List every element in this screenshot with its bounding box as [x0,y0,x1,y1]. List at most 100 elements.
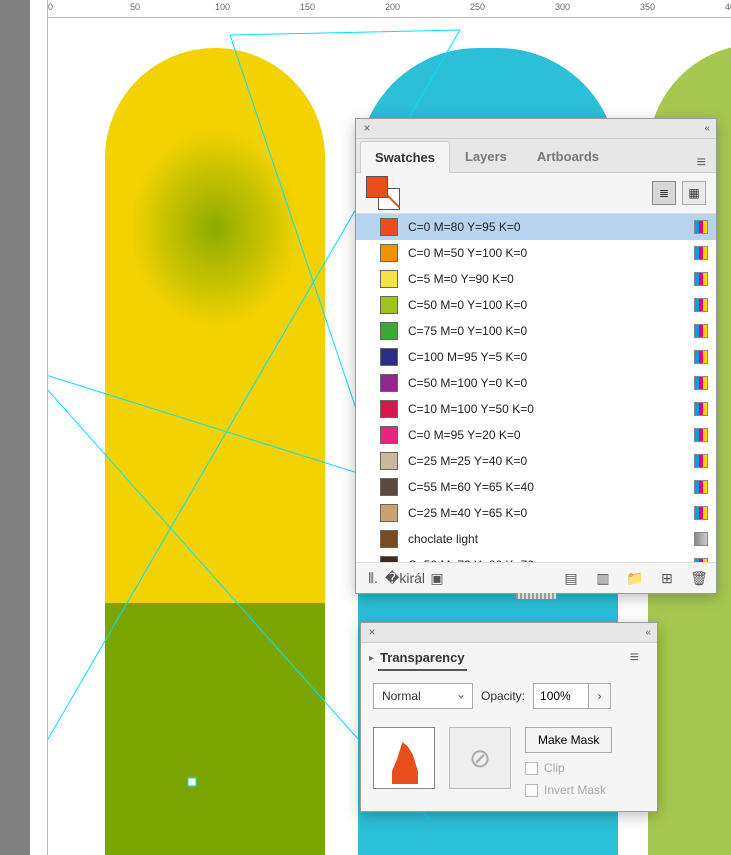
color-mode-icon [694,220,708,234]
swatch-name: C=25 M=25 Y=40 K=0 [408,454,684,468]
mask-thumbnail[interactable]: ⊘ [449,727,511,789]
swatch-chip [380,218,398,236]
blend-mode-select[interactable]: Normal [373,683,473,709]
show-kinds-icon[interactable]: �királ [396,569,414,587]
swatch-row[interactable]: C=100 M=95 Y=5 K=0 [356,344,716,370]
list-view-button[interactable]: ≣ [652,181,676,205]
folder-icon[interactable]: 📁 [626,569,644,587]
swatch-chip [380,296,398,314]
swatch-chip [380,426,398,444]
opacity-field[interactable]: › [533,683,611,709]
new-swatch-icon[interactable]: ⊞ [658,569,676,587]
panel-menu-icon[interactable]: ≡ [687,154,716,172]
disclosure-icon[interactable]: ▸ [369,653,374,664]
swatch-name: C=0 M=80 Y=95 K=0 [408,220,684,234]
ruler-horizontal: 0 50 100 150 200 250 300 350 400 [30,0,731,18]
panel-header[interactable]: × « [356,119,716,139]
swatch-name: choclate light [408,532,684,546]
swatch-options2-icon[interactable]: ▥ [594,569,612,587]
color-mode-icon [694,428,708,442]
swatch-name: C=50 M=0 Y=100 K=0 [408,298,684,312]
make-mask-button[interactable]: Make Mask [525,727,612,753]
collapse-icon[interactable]: « [704,123,710,134]
color-mode-icon [694,454,708,468]
opacity-label: Opacity: [481,689,525,703]
swatch-row[interactable]: C=10 M=100 Y=50 K=0 [356,396,716,422]
color-mode-icon [694,298,708,312]
color-group-icon[interactable]: ▤ [562,569,580,587]
collapse-icon[interactable]: « [645,627,651,638]
library-icon[interactable]: ⫴. [364,569,382,587]
delete-swatch-icon[interactable]: 🗑 [690,569,708,587]
swatch-name: C=75 M=0 Y=100 K=0 [408,324,684,338]
panel-menu-icon[interactable]: ≡ [620,649,649,667]
swatch-chip [380,452,398,470]
opacity-input[interactable] [534,684,588,708]
swatch-chip [380,244,398,262]
swatch-row[interactable]: C=0 M=95 Y=20 K=0 [356,422,716,448]
swatch-name: C=5 M=0 Y=90 K=0 [408,272,684,286]
color-mode-icon [694,350,708,364]
swatch-row[interactable]: C=5 M=0 Y=90 K=0 [356,266,716,292]
swatch-row[interactable]: C=50 M=0 Y=100 K=0 [356,292,716,318]
swatch-chip [380,504,398,522]
color-mode-icon [694,272,708,286]
color-mode-icon [694,376,708,390]
swatch-chip [380,556,398,563]
opacity-stepper[interactable]: › [588,684,610,708]
fill-stroke-indicator[interactable] [366,176,400,210]
panel-tabs: ▸ Transparency ≡ [361,643,657,673]
swatch-name: C=55 M=60 Y=65 K=40 [408,480,684,494]
swatch-list[interactable]: C=0 M=80 Y=95 K=0 C=0 M=50 Y=100 K=0 C=5 M… [356,213,716,563]
tab-artboards[interactable]: Artboards [522,140,614,172]
tab-swatches[interactable]: Swatches [360,141,450,173]
swatch-options-icon[interactable]: ▣ [428,569,446,587]
swatch-name: C=50 M=100 Y=0 K=0 [408,376,684,390]
swatch-row[interactable]: C=0 M=50 Y=100 K=0 [356,240,716,266]
close-icon[interactable]: × [360,121,374,135]
swatch-row[interactable]: choclate light [356,526,716,552]
transparency-panel[interactable]: × « ▸ Transparency ≡ Normal Opacity: › ⊘… [360,622,658,812]
color-mode-icon [694,480,708,494]
color-mode-icon [694,246,708,260]
swatches-panel[interactable]: × « Swatches Layers Artboards ≡ ≣ ▦ C=0 … [355,118,717,594]
swatches-footer: ⫴. �királ ▣ ▤ ▥ 📁 ⊞ 🗑 [356,563,716,593]
swatch-name: C=100 M=95 Y=5 K=0 [408,350,684,364]
swatch-chip [380,322,398,340]
swatch-row[interactable]: C=75 M=0 Y=100 K=0 [356,318,716,344]
swatch-name: C=10 M=100 Y=50 K=0 [408,402,684,416]
swatch-name: C=0 M=95 Y=20 K=0 [408,428,684,442]
swatch-chip [380,270,398,288]
tab-transparency[interactable]: Transparency [378,646,467,671]
swatch-chip [380,530,398,548]
fill-swatch[interactable] [366,176,388,198]
color-mode-icon [694,532,708,546]
resize-grip[interactable] [516,593,556,599]
close-icon[interactable]: × [365,625,379,639]
grid-view-button[interactable]: ▦ [682,181,706,205]
swatch-row[interactable]: C=25 M=25 Y=40 K=0 [356,448,716,474]
swatch-chip [380,374,398,392]
swatch-row[interactable]: C=0 M=80 Y=95 K=0 [356,214,716,240]
swatch-chip [380,348,398,366]
color-mode-icon [694,402,708,416]
swatch-row[interactable]: C=55 M=60 Y=65 K=40 [356,474,716,500]
swatch-row[interactable]: C=50 M=70 Y=80 K=70 [356,552,716,563]
tab-layers[interactable]: Layers [450,140,522,172]
invert-mask-checkbox[interactable]: Invert Mask [525,783,612,797]
artboard-1[interactable] [105,48,325,855]
clip-checkbox[interactable]: Clip [525,761,612,775]
swatch-row[interactable]: C=25 M=40 Y=65 K=0 [356,500,716,526]
swatches-toolbar: ≣ ▦ [356,173,716,213]
ruler-vertical [30,0,48,855]
swatch-name: C=25 M=40 Y=65 K=0 [408,506,684,520]
app-gutter [0,0,30,855]
panel-tabs: Swatches Layers Artboards ≡ [356,139,716,173]
color-mode-icon [694,324,708,338]
swatch-chip [380,478,398,496]
artwork-lower [105,603,325,855]
object-thumbnail[interactable] [373,727,435,789]
swatch-name: C=0 M=50 Y=100 K=0 [408,246,684,260]
swatch-row[interactable]: C=50 M=100 Y=0 K=0 [356,370,716,396]
panel-header[interactable]: × « [361,623,657,643]
